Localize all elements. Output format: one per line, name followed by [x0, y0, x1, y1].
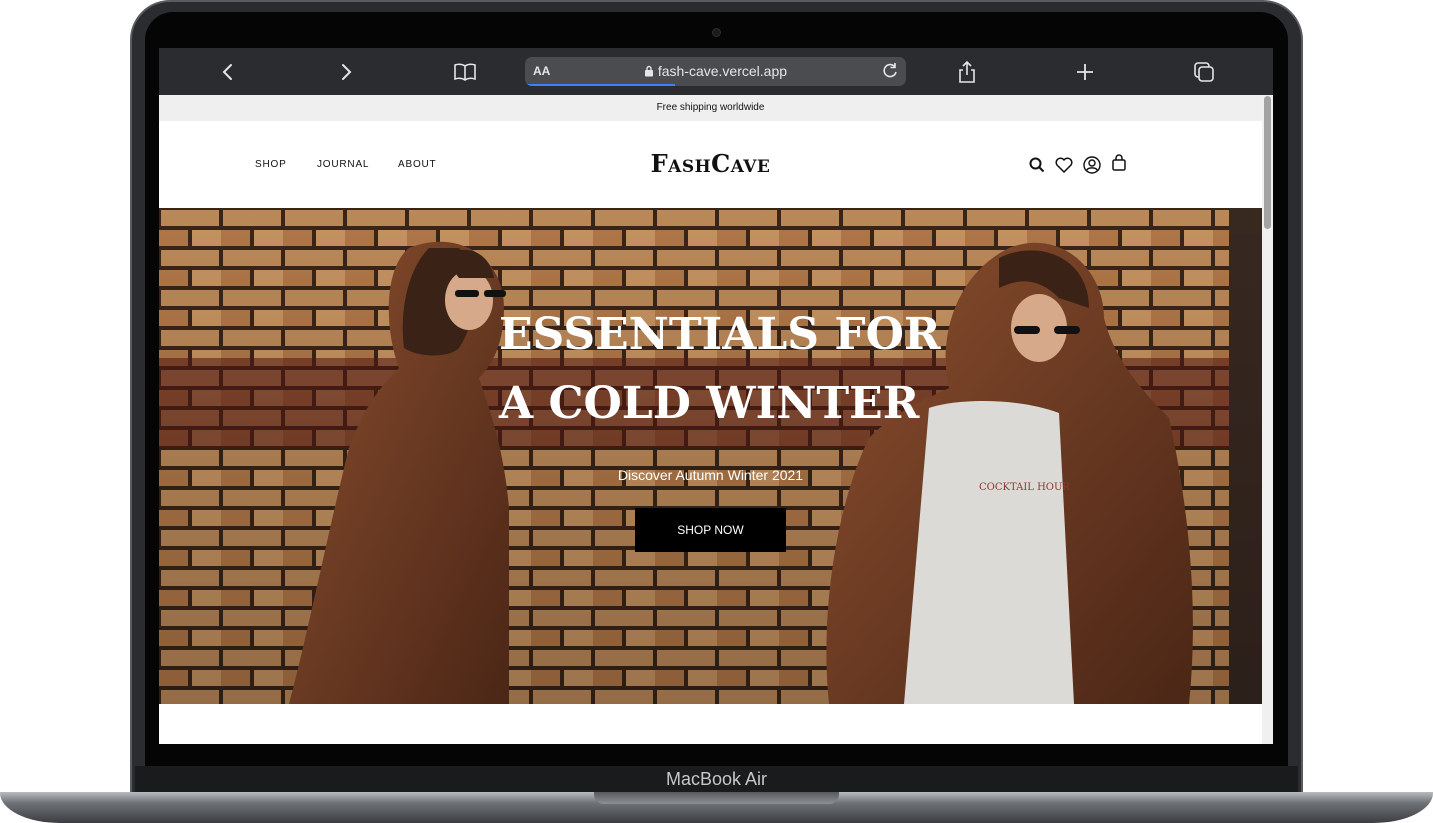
- svg-text:COCKTAIL HOUR: COCKTAIL HOUR: [979, 482, 1070, 493]
- wishlist-heart-icon[interactable]: [1054, 155, 1074, 175]
- laptop-hinge-notch: [594, 792, 839, 804]
- back-icon[interactable]: [213, 57, 243, 87]
- announcement-bar: Free shipping worldwide: [159, 95, 1262, 121]
- hero-background-image: COCKTAIL HOUR: [159, 208, 1262, 704]
- forward-icon[interactable]: [331, 57, 361, 87]
- lock-icon: [644, 63, 658, 79]
- search-icon[interactable]: [1027, 155, 1047, 175]
- cart-bag-icon[interactable]: [1109, 153, 1129, 173]
- url-display[interactable]: fash-cave.vercel.app: [525, 63, 906, 79]
- account-icon[interactable]: [1082, 155, 1102, 175]
- page-load-progress: [525, 84, 675, 86]
- device-brand-label: MacBook Air: [665, 769, 768, 789]
- address-bar[interactable]: AA fash-cave.vercel.app: [525, 57, 906, 86]
- page-scrollbar[interactable]: [1262, 95, 1273, 744]
- browser-screen: AA fash-cave.vercel.app Free shipping wo…: [159, 48, 1273, 744]
- web-page: Free shipping worldwide SHOP JOURNAL ABO…: [159, 95, 1262, 744]
- hero-subtitle: Discover Autumn Winter 2021: [617, 467, 804, 483]
- hero-headline: ESSENTIALS FOR A COLD WINTER: [499, 300, 941, 438]
- hero-headline-line1: ESSENTIALS FOR: [499, 309, 941, 360]
- new-tab-icon[interactable]: [1070, 57, 1100, 87]
- url-text: fash-cave.vercel.app: [657, 63, 788, 79]
- hero-headline-line2: A COLD WINTER: [499, 378, 920, 429]
- camera-icon: [712, 28, 721, 37]
- site-header: SHOP JOURNAL ABOUT FashCave: [159, 121, 1262, 208]
- share-icon[interactable]: [952, 57, 982, 87]
- browser-toolbar: AA fash-cave.vercel.app: [159, 48, 1273, 95]
- hero-banner: COCKTAIL HOUR ESSENTIALS FOR A COLD WINT…: [159, 208, 1262, 704]
- shop-now-button[interactable]: SHOP NOW: [635, 508, 786, 552]
- tabs-icon[interactable]: [1189, 57, 1219, 87]
- reload-icon[interactable]: [880, 61, 900, 86]
- bookmarks-icon[interactable]: [450, 57, 480, 87]
- scrollbar-thumb[interactable]: [1264, 96, 1271, 229]
